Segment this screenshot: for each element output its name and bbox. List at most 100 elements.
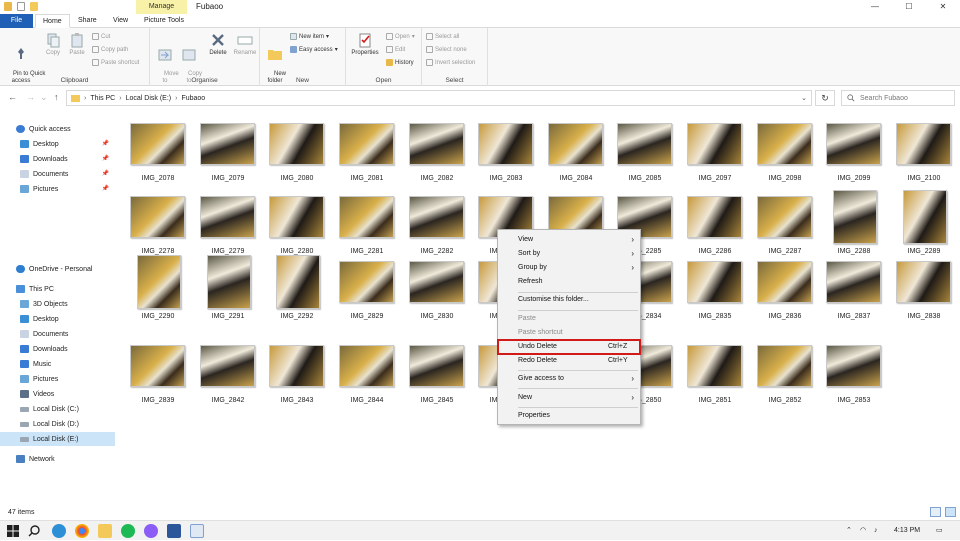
tab-picture-tools[interactable]: Picture Tools — [137, 14, 191, 28]
properties-icon[interactable] — [17, 2, 25, 11]
chrome-icon[interactable] — [75, 524, 89, 538]
network-tray-icon[interactable]: ◠ — [860, 521, 866, 541]
menu-item-properties[interactable]: Properties — [498, 409, 640, 423]
clock[interactable]: 4:13 PM — [894, 521, 920, 541]
delete-button[interactable]: Delete — [206, 32, 230, 57]
file-item[interactable]: IMG_2085 — [607, 117, 672, 195]
refresh-button[interactable]: ↻ — [815, 90, 835, 106]
file-item[interactable]: IMG_2852 — [747, 339, 812, 417]
nav-pc-local-disk-c[interactable]: Local Disk (C:) — [0, 402, 115, 416]
file-item[interactable]: IMG_2082 — [399, 117, 464, 195]
menu-item-give-access[interactable]: Give access to › — [498, 372, 640, 386]
pin-icon[interactable]: 📌 — [102, 185, 109, 192]
invert-selection-button[interactable]: Invert selection — [426, 59, 475, 66]
file-item[interactable]: IMG_2839 — [120, 339, 185, 417]
file-item[interactable]: IMG_2290 — [120, 255, 184, 333]
messenger-icon[interactable] — [144, 524, 158, 538]
nav-onedrive[interactable]: OneDrive - Personal — [0, 262, 115, 276]
pin-icon[interactable]: 📌 — [102, 170, 109, 177]
tab-view[interactable]: View — [106, 14, 135, 28]
minimize-button[interactable]: — — [858, 0, 892, 14]
file-item[interactable]: IMG_2097 — [677, 117, 742, 195]
menu-item-paste[interactable]: Paste — [498, 312, 640, 326]
file-item[interactable]: IMG_2083 — [468, 117, 533, 195]
file-item[interactable]: IMG_2851 — [677, 339, 742, 417]
volume-icon[interactable]: ♪ — [874, 521, 878, 541]
file-item[interactable]: IMG_2292 — [259, 255, 323, 333]
nav-pc-downloads[interactable]: Downloads — [0, 342, 115, 356]
file-item[interactable]: IMG_2843 — [259, 339, 324, 417]
file-item[interactable]: IMG_2836 — [747, 255, 812, 333]
pin-icon[interactable]: 📌 — [102, 140, 109, 147]
up-button[interactable]: ↑ — [54, 92, 59, 102]
file-item[interactable]: IMG_2098 — [747, 117, 812, 195]
nav-pc-local-disk-d[interactable]: Local Disk (D:) — [0, 417, 115, 431]
history-button[interactable]: History — [386, 59, 414, 66]
menu-item-paste-shortcut[interactable]: Paste shortcut — [498, 326, 640, 340]
menu-item-customise-folder[interactable]: Customise this folder... — [498, 293, 640, 307]
nav-qa-documents[interactable]: Documents 📌 — [0, 167, 115, 181]
app-icon[interactable] — [190, 524, 204, 538]
nav-pc-local-disk-e[interactable]: Local Disk (E:) — [0, 432, 115, 446]
search-icon[interactable] — [28, 524, 42, 538]
new-item-button[interactable]: New item ▾ — [290, 33, 329, 40]
nav-network[interactable]: Network — [0, 452, 115, 466]
file-item[interactable]: IMG_2835 — [677, 255, 742, 333]
menu-item-refresh[interactable]: Refresh — [498, 275, 640, 289]
file-item[interactable]: IMG_2853 — [816, 339, 881, 417]
file-item[interactable]: IMG_2291 — [190, 255, 254, 333]
file-item[interactable]: IMG_2100 — [886, 117, 951, 195]
close-button[interactable]: ✕ — [926, 0, 960, 14]
menu-item-view[interactable]: View › — [498, 233, 640, 247]
pin-icon[interactable]: 📌 — [102, 155, 109, 162]
manage-context-tab[interactable]: Manage — [136, 0, 187, 14]
file-item[interactable]: IMG_2084 — [538, 117, 603, 195]
file-item[interactable]: IMG_2099 — [816, 117, 881, 195]
paste-button[interactable]: Paste — [66, 32, 88, 57]
file-item[interactable]: IMG_2080 — [259, 117, 324, 195]
nav-pc-pictures[interactable]: Pictures — [0, 372, 115, 386]
nav-qa-pictures[interactable]: Pictures 📌 — [0, 182, 115, 196]
breadcrumb-this-pc[interactable]: This PC — [90, 95, 115, 102]
file-item[interactable]: IMG_2844 — [329, 339, 394, 417]
nav-pc-3d-objects[interactable]: 3D Objects — [0, 297, 115, 311]
file-item[interactable]: IMG_2838 — [886, 255, 951, 333]
recent-locations-button[interactable]: ⌄ — [40, 92, 48, 103]
nav-pc-documents[interactable]: Documents — [0, 327, 115, 341]
open-button[interactable]: Open ▾ — [386, 33, 415, 40]
nav-this-pc[interactable]: This PC — [0, 282, 115, 296]
maximize-button[interactable]: ☐ — [892, 0, 926, 14]
large-icons-view-icon[interactable] — [945, 507, 956, 517]
new-folder-icon[interactable] — [30, 2, 38, 11]
nav-pc-videos[interactable]: Videos — [0, 387, 115, 401]
spotify-icon[interactable] — [121, 524, 135, 538]
file-item[interactable]: IMG_2845 — [399, 339, 464, 417]
tab-home[interactable]: Home — [35, 14, 70, 28]
word-icon[interactable] — [167, 524, 181, 538]
notifications-icon[interactable]: ▭ — [936, 521, 943, 541]
nav-qa-desktop[interactable]: Desktop 📌 — [0, 137, 115, 151]
paste-shortcut-button[interactable]: Paste shortcut — [92, 59, 139, 66]
forward-button[interactable]: → — [26, 92, 35, 102]
select-none-button[interactable]: Select none — [426, 46, 467, 53]
menu-item-redo-delete[interactable]: Redo Delete Ctrl+Y — [498, 354, 640, 368]
details-view-icon[interactable] — [930, 507, 941, 517]
chevron-up-icon[interactable]: ⌃ — [846, 521, 852, 541]
select-all-button[interactable]: Select all — [426, 33, 459, 40]
file-item[interactable]: IMG_2829 — [329, 255, 394, 333]
nav-pc-desktop[interactable]: Desktop — [0, 312, 115, 326]
tab-file[interactable]: File — [0, 14, 33, 28]
back-button[interactable]: ← — [8, 92, 17, 102]
tab-share[interactable]: Share — [71, 14, 104, 28]
nav-qa-downloads[interactable]: Downloads 📌 — [0, 152, 115, 166]
file-item[interactable]: IMG_2078 — [120, 117, 185, 195]
nav-quick-access[interactable]: Quick access — [0, 122, 115, 136]
file-explorer-icon[interactable] — [98, 524, 112, 538]
menu-item-undo-delete[interactable]: Undo Delete Ctrl+Z — [497, 339, 641, 355]
breadcrumb-fubaoo[interactable]: Fubaoo — [181, 95, 205, 102]
edit-button[interactable]: Edit — [386, 46, 405, 53]
rename-button[interactable]: Rename — [232, 32, 258, 57]
cut-button[interactable]: Cut — [92, 33, 110, 40]
easy-access-button[interactable]: Easy access ▾ — [290, 46, 338, 53]
file-item[interactable]: IMG_2830 — [399, 255, 464, 333]
